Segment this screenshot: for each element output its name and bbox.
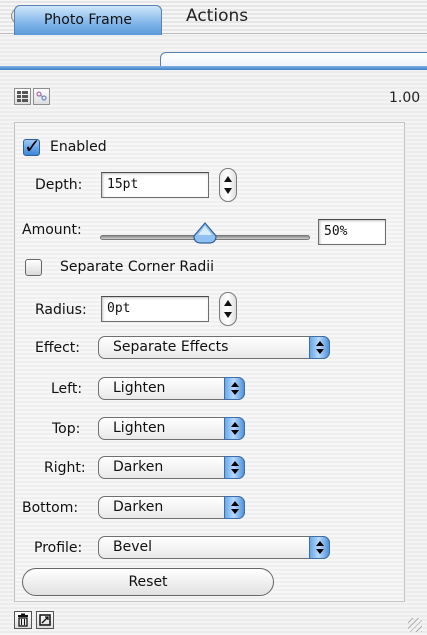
resize-grip[interactable] <box>408 618 422 632</box>
radius-stepper[interactable] <box>219 292 237 326</box>
popup-arrows-icon <box>224 377 245 400</box>
enabled-label: Enabled <box>50 139 107 155</box>
radius-label: Radius: <box>35 302 87 318</box>
depth-label: Depth: <box>35 177 83 193</box>
zoom-level: 1.00 <box>389 90 421 106</box>
right-popup[interactable]: Darken <box>98 456 245 479</box>
effect-value: Separate Effects <box>113 339 229 355</box>
top-popup[interactable]: Lighten <box>98 417 245 440</box>
checkmark-icon: ✓ <box>24 134 41 158</box>
new-item-icon[interactable] <box>36 611 54 629</box>
options-icon[interactable] <box>33 88 50 105</box>
popup-arrows-icon <box>224 417 245 440</box>
reset-button[interactable]: Reset <box>22 568 274 596</box>
bottom-popup[interactable]: Darken <box>98 496 245 519</box>
stepper-up-icon <box>224 300 232 306</box>
right-value: Darken <box>113 459 164 475</box>
popup-arrows-icon <box>309 336 330 359</box>
list-view-icon[interactable] <box>14 88 31 105</box>
left-popup[interactable]: Lighten <box>98 377 245 400</box>
amount-label: Amount: <box>22 222 82 238</box>
depth-stepper[interactable] <box>219 168 237 202</box>
stepper-down-icon <box>224 188 232 194</box>
profile-label: Profile: <box>34 540 83 556</box>
top-value: Lighten <box>113 420 166 436</box>
stepper-up-icon <box>224 176 232 182</box>
radius-field[interactable]: 0pt <box>101 296 209 322</box>
bottom-label: Bottom: <box>22 500 79 516</box>
left-label: Left: <box>51 381 83 397</box>
popup-arrows-icon <box>309 536 330 559</box>
profile-value: Bevel <box>113 539 153 555</box>
right-label: Right: <box>44 460 86 476</box>
tab-bar-edge <box>160 52 427 67</box>
stepper-down-icon <box>224 312 232 318</box>
toolbar <box>0 80 427 116</box>
popup-arrows-icon <box>224 496 245 519</box>
settings-panel <box>14 122 405 602</box>
enabled-checkbox[interactable]: ✓ <box>23 134 41 158</box>
effect-label: Effect: <box>35 340 81 356</box>
top-label: Top: <box>52 421 81 437</box>
amount-slider-thumb[interactable] <box>193 222 217 244</box>
bottom-bar <box>0 602 427 635</box>
bottom-value: Darken <box>113 499 164 515</box>
separate-corner-radii-checkbox[interactable] <box>25 259 42 276</box>
window-title: Actions <box>186 6 249 26</box>
tab-photo-frame[interactable]: Photo Frame <box>14 5 162 35</box>
actions-window: Actions Photo Frame 1.00 ✓ Enabled Depth… <box>0 0 427 635</box>
popup-arrows-icon <box>224 456 245 479</box>
trash-icon[interactable] <box>14 611 32 629</box>
tab-underline <box>0 66 427 70</box>
profile-popup[interactable]: Bevel <box>98 536 330 559</box>
effect-popup[interactable]: Separate Effects <box>98 336 330 359</box>
depth-field[interactable]: 15pt <box>101 172 209 198</box>
amount-field[interactable]: 50% <box>318 219 386 245</box>
left-value: Lighten <box>113 380 166 396</box>
separate-corner-radii-label: Separate Corner Radii <box>60 259 215 275</box>
